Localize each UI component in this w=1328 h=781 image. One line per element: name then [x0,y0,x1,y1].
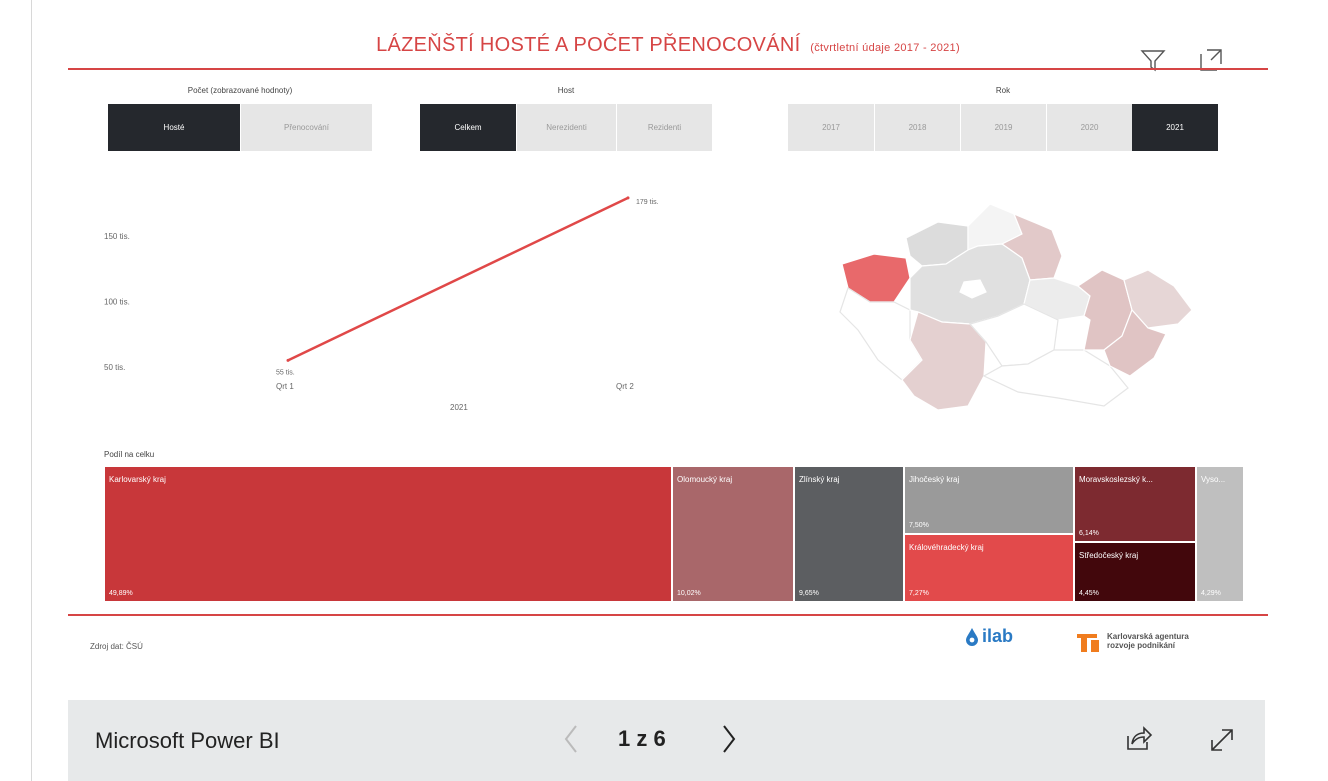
prev-page-button[interactable] [558,722,584,756]
data-label: 179 tis. [636,199,659,206]
powerbi-brand: Microsoft Power BI [95,728,280,753]
treemap-tile-name: Vyso... [1201,475,1226,484]
treemap-label: Podíl na celku [104,450,155,459]
series-line [287,196,629,362]
title-text: LÁZEŇŠTÍ HOSTÉ A POČET PŘENOCOVÁNÍ [376,34,801,56]
powerbi-bar: Microsoft Power BI 1 z 6 [68,700,1265,781]
title-subtitle: (čtvrtletní údaje 2017 - 2021) [810,42,960,54]
treemap-tile-percent: 7,27% [909,590,929,597]
treemap-tile[interactable]: Zlínský kraj 9,65% [794,466,904,602]
treemap-tile-percent: 10,02% [677,590,701,597]
share-icon [1127,726,1153,750]
y-tick-label: 50 tis. [104,363,125,372]
treemap-tile-name: Zlínský kraj [799,475,840,484]
page-indicator: 1 z 6 [618,726,666,751]
year-option-2020[interactable]: 2020 [1046,104,1132,151]
year-option-2018[interactable]: 2018 [874,104,960,151]
guest-slicer: Celkem Nerezidenti Rezidenti [420,104,712,151]
guest-option-residents[interactable]: Rezidenti [616,104,712,151]
treemap-tile[interactable]: Jihočeský kraj 7,50% [904,466,1074,534]
year-option-2019[interactable]: 2019 [960,104,1046,151]
year-slicer-label: Rok [995,86,1011,95]
guest-option-total[interactable]: Celkem [420,104,516,151]
agency-logo-mark [1077,634,1099,652]
x-group-label: 2021 [450,403,468,412]
y-tick-label: 150 tis. [104,232,130,241]
series-point [626,196,630,200]
filter-icon[interactable] [1138,45,1168,75]
line-chart: 150 tis. 100 tis. 50 tis. 55 tis. 179 tis. Qr… [104,196,659,412]
share-button[interactable] [1123,722,1153,756]
treemap-tile-name: Moravskoslezský k... [1079,475,1153,484]
data-label: 55 tis. [276,369,295,376]
treemap-tile-percent: 9,65% [799,590,819,597]
x-tick-label: Qrt 2 [616,382,634,391]
guest-slicer-label: Host [557,86,575,95]
year-slicer: 2017 2018 2019 2020 2021 [788,104,1218,151]
y-tick-label: 100 tis. [104,297,130,306]
ilab-logo: ilab [964,626,1013,647]
report-canvas: LÁZEŇŠTÍ HOSTÉ A POČET PŘENOCOVÁNÍ (čtvr… [68,0,1268,690]
title-divider [68,68,1268,70]
treemap-tile-percent: 7,50% [909,522,929,529]
footer-divider [68,614,1268,616]
year-option-2017[interactable]: 2017 [788,104,874,151]
chevron-right-icon [723,725,736,753]
agency-logo: Karlovarská agentura rozvoje podnikání [1075,628,1207,654]
guest-option-nonresidents[interactable]: Nerezidenti [516,104,616,151]
treemap-tile-name: Jihočeský kraj [909,475,960,484]
x-tick-label: Qrt 1 [276,382,294,391]
treemap-tile-name: Karlovarský kraj [109,475,166,484]
chevron-left-icon [564,725,577,753]
treemap: Karlovarský kraj 49,89% Olomoucký kraj 10,0… [104,466,1244,602]
expand-icon[interactable] [1196,45,1226,75]
treemap-tile[interactable]: Středočeský kraj 4,45% [1074,542,1196,602]
fullscreen-icon [1211,729,1233,751]
report-title: LÁZEŇŠTÍ HOSTÉ A POČET PŘENOCOVÁNÍ (čtvr… [68,34,1268,57]
next-page-button[interactable] [716,722,742,756]
metric-option-guests[interactable]: Hosté [108,104,240,151]
ilab-logo-text: ilab [982,626,1014,646]
treemap-tile-percent: 49,89% [109,590,133,597]
treemap-tile-percent: 6,14% [1079,530,1099,537]
treemap-tile[interactable]: Vyso... 4,29% [1196,466,1244,602]
treemap-tile[interactable]: Královéhradecký kraj 7,27% [904,534,1074,602]
year-option-2021[interactable]: 2021 [1132,104,1218,151]
treemap-tile-name: Středočeský kraj [1079,551,1139,560]
metric-slicer: Hosté Přenocování [108,104,372,151]
ilab-drop-icon [966,627,978,646]
treemap-tile-percent: 4,45% [1079,590,1099,597]
data-source-note: Zdroj dat: ČSÚ [90,642,143,651]
treemap-tile-percent: 4,29% [1201,590,1221,597]
treemap-tile-name: Královéhradecký kraj [909,543,984,552]
agency-logo-text: Karlovarská agentura rozvoje podnikání [1107,632,1189,650]
treemap-tile-name: Olomoucký kraj [677,475,733,484]
treemap-tile[interactable]: Olomoucký kraj 10,02% [672,466,794,602]
metric-option-nights[interactable]: Přenocování [240,104,372,151]
metric-slicer-label: Počet (zobrazované hodnoty) [187,86,293,95]
czech-region-map [839,203,1193,411]
fullscreen-button[interactable] [1206,722,1236,756]
series-point [286,358,290,362]
treemap-tile[interactable]: Karlovarský kraj 49,89% [104,466,672,602]
treemap-tile[interactable]: Moravskoslezský k... 6,14% [1074,466,1196,542]
